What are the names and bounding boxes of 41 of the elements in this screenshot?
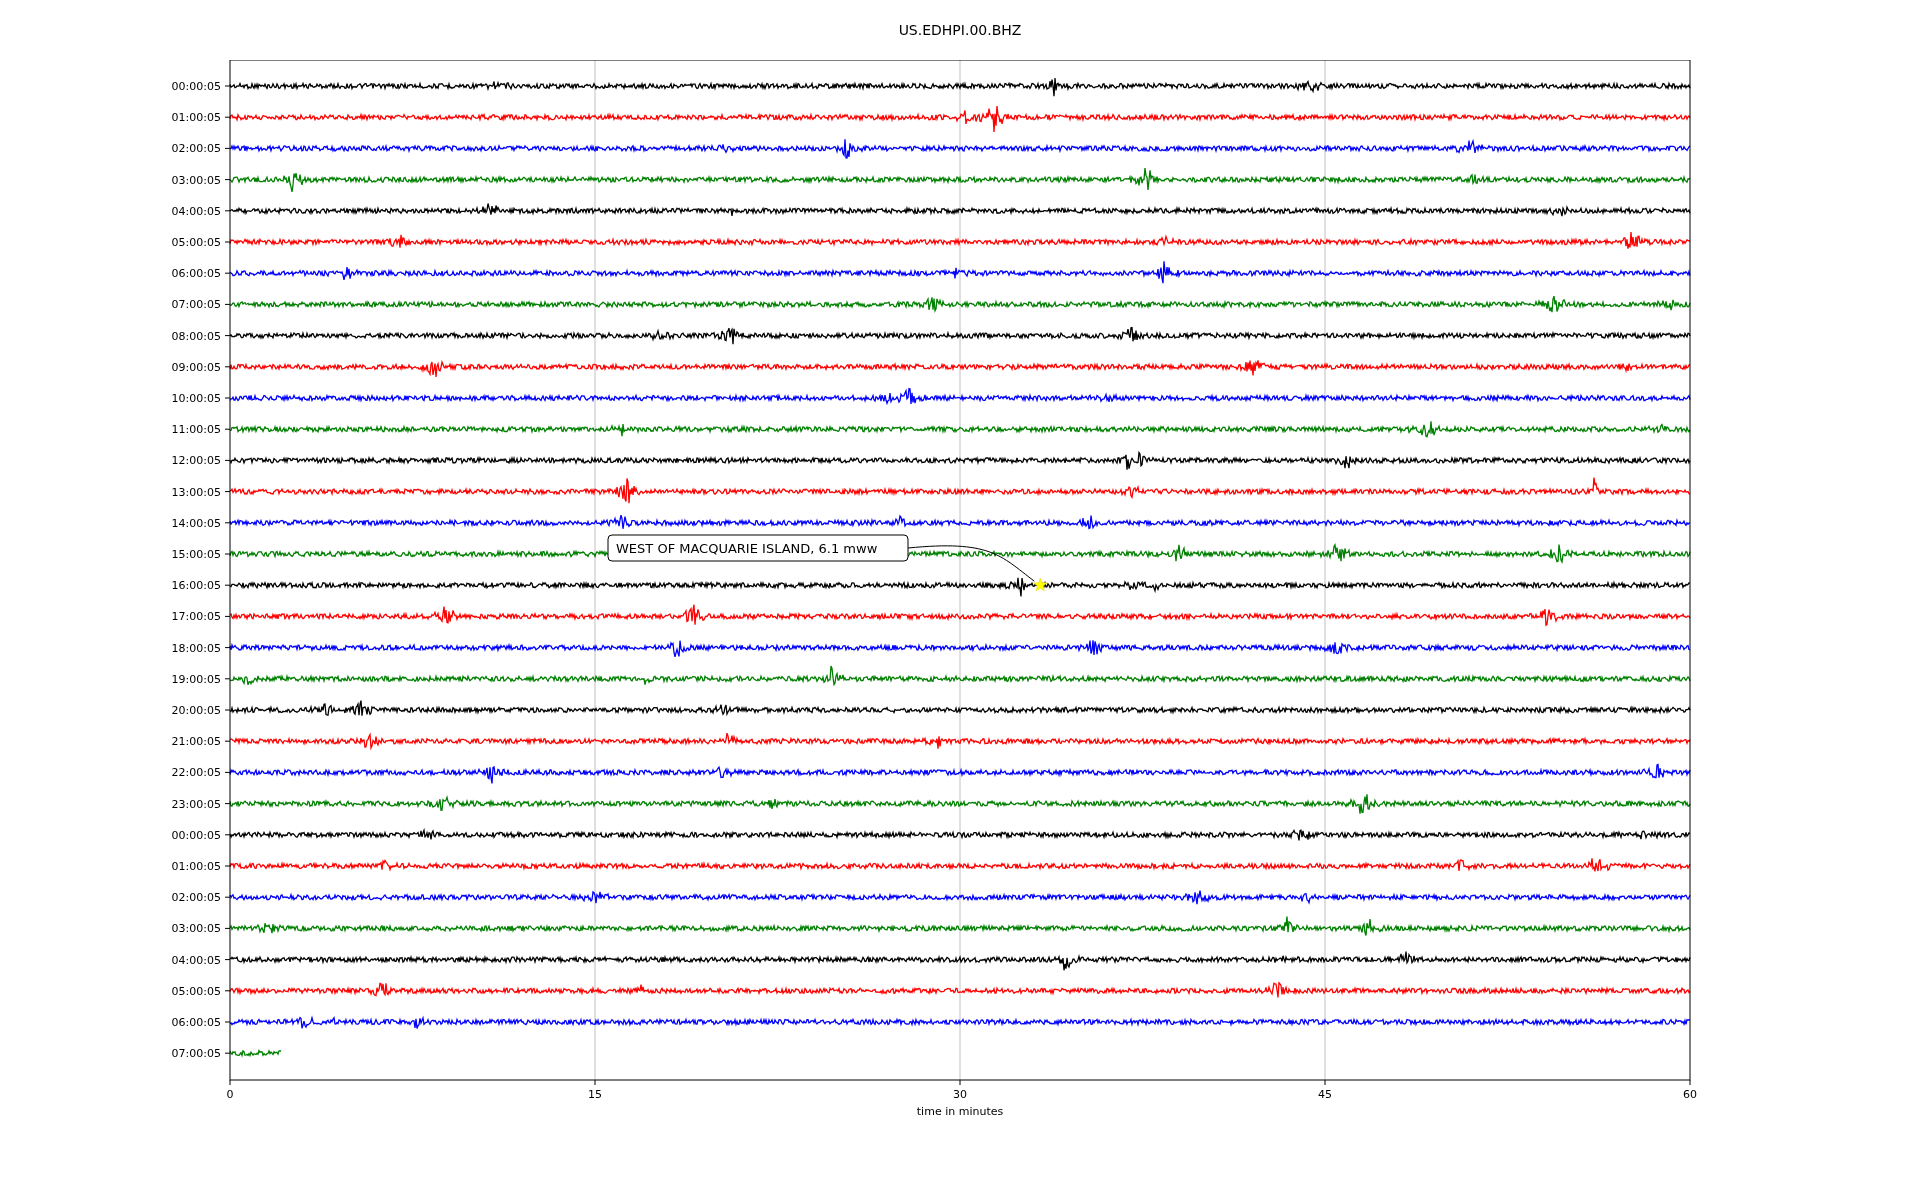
tick-label: 10:00:05	[171, 392, 221, 405]
tick-label: 04:00:05	[171, 953, 221, 967]
tick-label: 02:00:05	[171, 142, 221, 156]
tick-label: 15	[588, 1088, 602, 1101]
tick-label: 14:00:05	[171, 516, 221, 530]
axis-label: time in minutes	[916, 1105, 1004, 1118]
tick-label: 13:00:05	[171, 485, 221, 499]
tick-label: 01:00:05	[171, 111, 221, 125]
tick-label: 05:00:05	[171, 984, 221, 998]
tick-label: 21:00:05	[171, 735, 221, 749]
tick-label: 11:00:05	[171, 423, 221, 437]
tick-label: 01:00:05	[171, 860, 221, 873]
tick-label: 02:00:05	[171, 891, 221, 905]
tick-label: 12:00:05	[171, 454, 221, 468]
chart-title: US.EDHPI.00.BHZ	[898, 21, 1022, 40]
tick-label: 19:00:05	[171, 672, 221, 686]
star-icon	[1033, 577, 1048, 592]
tick-label: 00:00:05	[171, 80, 221, 93]
tick-label: 0	[226, 1088, 234, 1101]
tick-label: 08:00:05	[171, 329, 221, 343]
tick-label: 00:00:05	[171, 828, 221, 842]
annotation-label: WEST OF MACQUARIE ISLAND, 6.1 mww	[616, 541, 878, 556]
tick-label: 06:00:05	[171, 267, 221, 281]
tick-label: 07:00:05	[171, 1047, 221, 1061]
tick-label: 07:00:05	[171, 298, 221, 312]
tick-label: 09:00:05	[171, 360, 221, 374]
tick-label: 04:00:05	[171, 204, 221, 218]
tick-label: 45	[1318, 1088, 1332, 1101]
tick-label: 22:00:05	[171, 766, 221, 780]
tick-label: 16:00:05	[171, 579, 221, 593]
tick-label: 30	[953, 1088, 967, 1101]
tick-label: 23:00:05	[171, 797, 221, 811]
tick-label: 15:00:05	[171, 548, 221, 561]
tick-label: 20:00:05	[171, 704, 221, 717]
tick-label: 06:00:05	[171, 1016, 221, 1029]
tick-label: 03:00:05	[171, 173, 221, 187]
tick-label: 17:00:05	[171, 610, 221, 624]
tick-label: 18:00:05	[171, 641, 221, 655]
tick-label: 03:00:05	[171, 922, 221, 936]
tick-label: 60	[1683, 1088, 1697, 1101]
tick-label: 05:00:05	[171, 236, 221, 249]
